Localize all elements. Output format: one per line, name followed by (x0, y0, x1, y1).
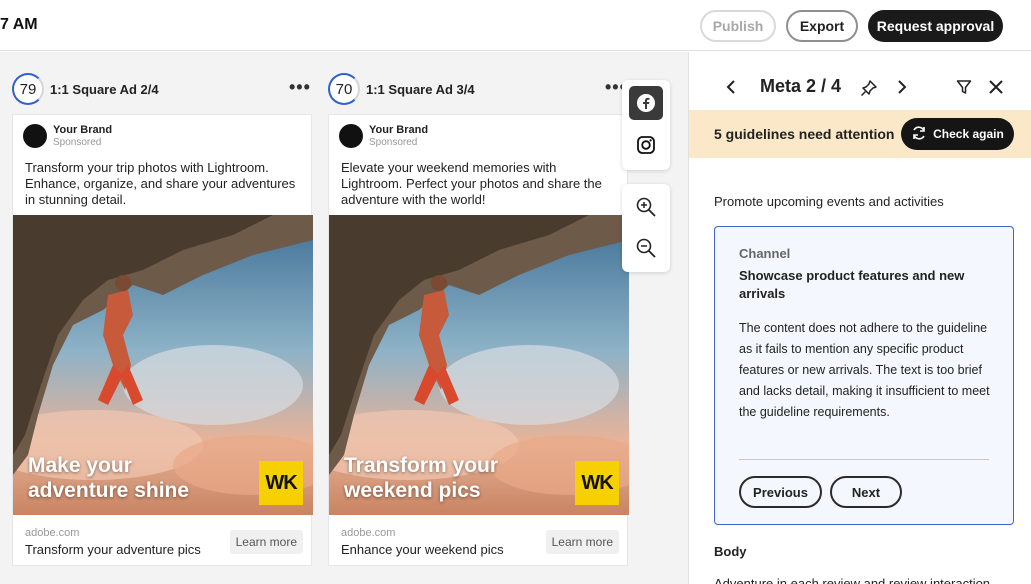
close-icon[interactable] (987, 78, 1005, 96)
filter-icon[interactable] (955, 78, 973, 96)
platform-toolbar (622, 80, 670, 170)
brand-name: Your Brand (53, 124, 113, 136)
chevron-right-icon[interactable] (894, 78, 910, 96)
ad-overlay-text: Make your adventure shine (28, 454, 190, 502)
export-button[interactable]: Export (786, 10, 858, 42)
ad-preview-card: Your Brand Sponsored Transform your trip… (12, 114, 313, 567)
previous-button[interactable]: Previous (739, 476, 822, 508)
ad-canvas: 79 1:1 Square Ad 2/4 ••• Your Brand Spon… (0, 52, 688, 584)
guideline-card: Channel Showcase product features and ne… (714, 226, 1014, 525)
request-approval-button[interactable]: Request approval (868, 10, 1003, 42)
check-again-label: Check again (933, 127, 1004, 141)
divider (739, 459, 989, 460)
ad-image: Transform your weekend pics WK (329, 215, 629, 515)
attention-count: 5 guidelines need attention (714, 126, 895, 142)
chevron-left-icon[interactable] (723, 78, 739, 96)
avatar (339, 124, 363, 148)
zoom-toolbar (622, 184, 670, 272)
guideline-feedback: The content does not adhere to the guide… (739, 321, 990, 419)
next-button[interactable]: Next (830, 476, 902, 508)
panel-nav: Meta 2 / 4 (689, 52, 1031, 110)
ad-copy: Transform your trip photos with Lightroo… (25, 160, 296, 207)
instagram-icon[interactable] (629, 128, 663, 162)
sponsored-label: Sponsored (53, 137, 102, 148)
score-badge: 79 (12, 73, 44, 105)
guidelines-panel: Meta 2 / 4 5 guidelines need attention C… (688, 52, 1031, 584)
panel-title: Meta 2 / 4 (760, 76, 842, 96)
avatar (23, 124, 47, 148)
brand-row: Your Brand Sponsored (339, 124, 428, 148)
brand-row: Your Brand Sponsored (23, 124, 112, 148)
ad-preview-card: Your Brand Sponsored Elevate your weeken… (328, 114, 629, 567)
publish-button[interactable]: Publish (700, 10, 776, 42)
sponsored-label: Sponsored (369, 137, 418, 148)
more-options-icon[interactable]: ••• (289, 77, 311, 98)
brand-logo: WK (259, 461, 303, 505)
ad-header: 79 1:1 Square Ad 2/4 (12, 73, 159, 105)
ad-headline: Enhance your weekend pics (341, 542, 504, 557)
brand-logo: WK (575, 461, 619, 505)
ad-domain: adobe.com (341, 527, 396, 539)
ad-title: 1:1 Square Ad 3/4 (366, 81, 475, 97)
top-bar: 7 AM Publish Export Request approval (0, 0, 1031, 51)
ad-footer: adobe.com Enhance your weekend pics Lear… (329, 515, 629, 567)
refresh-icon (911, 125, 927, 144)
check-again-button[interactable]: Check again (901, 118, 1014, 150)
facebook-icon[interactable] (629, 86, 663, 120)
ad-headline: Transform your adventure pics (25, 542, 201, 557)
guideline-intro: Promote upcoming events and activities (714, 194, 944, 209)
score-badge: 70 (328, 73, 360, 105)
guideline-category: Channel (739, 246, 791, 261)
time-label: 7 AM (0, 16, 38, 33)
ad-title: 1:1 Square Ad 2/4 (50, 81, 159, 97)
ad-image: Make your adventure shine WK (13, 215, 313, 515)
body-text-preview: Adventure in each review and review inte… (714, 576, 991, 584)
ad-footer: adobe.com Transform your adventure pics … (13, 515, 313, 567)
zoom-in-icon[interactable] (629, 190, 663, 224)
learn-more-button[interactable]: Learn more (545, 530, 619, 554)
ad-copy: Elevate your weekend memories with Light… (341, 160, 602, 207)
ad-overlay-text: Transform your weekend pics (344, 454, 499, 502)
attention-banner: 5 guidelines need attention Check again (689, 110, 1031, 158)
ad-header: 70 1:1 Square Ad 3/4 (328, 73, 475, 105)
ad-domain: adobe.com (25, 527, 80, 539)
section-label-body: Body (714, 544, 747, 559)
zoom-out-icon[interactable] (629, 231, 663, 265)
brand-name: Your Brand (369, 124, 429, 136)
learn-more-button[interactable]: Learn more (229, 530, 303, 554)
guideline-heading: Showcase product features and new arriva… (739, 268, 965, 301)
pin-icon[interactable] (859, 78, 879, 98)
